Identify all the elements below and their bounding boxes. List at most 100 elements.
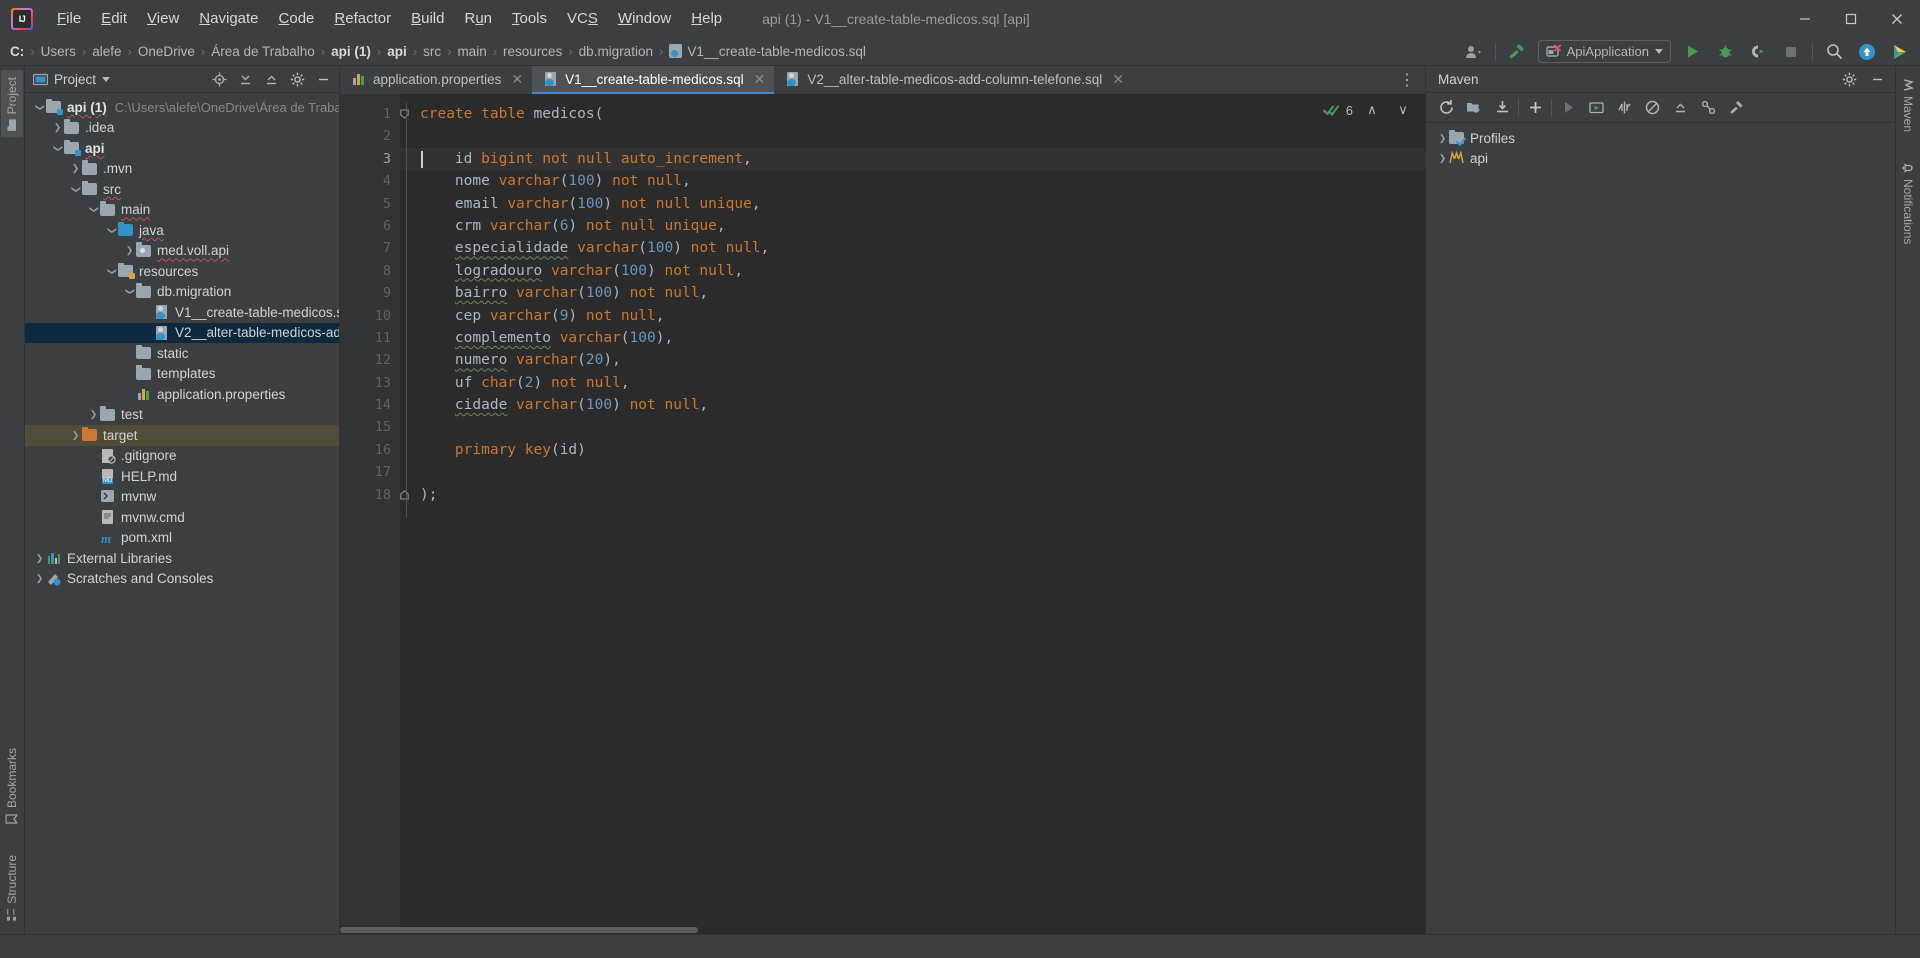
menu-item-tools[interactable]: Tools	[502, 7, 557, 30]
menu-item-run[interactable]: Run	[454, 7, 502, 30]
inspections-widget[interactable]: 6 ∧ ∨	[1322, 99, 1415, 121]
update-project-icon[interactable]	[1855, 41, 1879, 63]
search-everywhere-icon[interactable]	[1822, 41, 1846, 63]
close-icon[interactable]: ✕	[754, 71, 766, 88]
tree-node[interactable]: target	[25, 425, 339, 446]
code-line[interactable]: email varchar(100) not null unique,	[400, 193, 1425, 215]
hide-icon[interactable]	[1865, 69, 1889, 91]
tree-node[interactable]: .gitignore	[25, 446, 339, 467]
debug-icon[interactable]	[1713, 41, 1737, 63]
tree-node[interactable]: api (1) C:\Users\alefe\OneDrive\Área de T…	[25, 97, 339, 118]
sidebar-item-project[interactable]: Project	[1, 70, 23, 138]
breadcrumb-item[interactable]: Área de Trabalho	[211, 44, 315, 59]
tree-node[interactable]: .idea	[25, 118, 339, 139]
tree-node[interactable]: static	[25, 343, 339, 364]
code-content[interactable]: create table medicos( id bigint not null…	[400, 94, 1425, 934]
breadcrumb-item[interactable]: db.migration	[579, 44, 653, 59]
account-icon[interactable]	[1462, 41, 1486, 63]
settings-icon[interactable]	[285, 68, 309, 90]
code-line[interactable]: primary key(id)	[400, 439, 1425, 461]
code-line[interactable]: uf char(2) not null,	[400, 372, 1425, 394]
expand-all-icon[interactable]	[233, 68, 257, 90]
tree-node[interactable]: .mvn	[25, 159, 339, 180]
code-line[interactable]	[400, 125, 1425, 147]
collapse-all-icon[interactable]	[1668, 97, 1692, 119]
close-icon[interactable]: ✕	[1112, 71, 1124, 88]
breadcrumb-item[interactable]: resources	[503, 44, 562, 59]
previous-problem-icon[interactable]: ∧	[1360, 99, 1384, 121]
tree-node[interactable]: java	[25, 220, 339, 241]
breadcrumb-item[interactable]: api (1)	[331, 44, 371, 59]
chevron-right-icon[interactable]	[69, 163, 82, 174]
generate-sources-icon[interactable]	[1462, 97, 1486, 119]
minimize-button[interactable]	[1782, 0, 1828, 37]
breadcrumb-item[interactable]: V1__create-table-medicos.sql	[669, 44, 866, 59]
breadcrumb-item[interactable]: alefe	[92, 44, 121, 59]
editor-tab[interactable]: application.properties ✕	[340, 66, 532, 94]
run-icon[interactable]	[1680, 41, 1704, 63]
editor-tab[interactable]: V1__create-table-medicos.sql ✕	[532, 66, 775, 94]
chevron-right-icon[interactable]	[51, 122, 64, 133]
close-button[interactable]	[1874, 0, 1920, 37]
code-line[interactable]	[400, 461, 1425, 483]
breadcrumb-item[interactable]: C:	[10, 44, 24, 59]
code-line[interactable]: logradouro varchar(100) not null,	[400, 260, 1425, 282]
run-configuration-selector[interactable]: ApiApplication	[1537, 40, 1671, 63]
editor-horizontal-scrollbar[interactable]	[340, 925, 1425, 934]
code-line[interactable]: nome varchar(100) not null,	[400, 170, 1425, 192]
code-line[interactable]: numero varchar(20),	[400, 349, 1425, 371]
download-sources-icon[interactable]	[1490, 97, 1514, 119]
breadcrumb-item[interactable]: api	[387, 44, 407, 59]
execute-maven-goal-icon[interactable]	[1584, 97, 1608, 119]
menu-item-code[interactable]: Code	[269, 7, 325, 30]
menu-item-navigate[interactable]: Navigate	[189, 7, 268, 30]
editor-tabs-more-icon[interactable]: ⋮	[1389, 66, 1425, 94]
chevron-right-icon[interactable]	[69, 430, 82, 441]
close-icon[interactable]: ✕	[511, 71, 523, 88]
code-line[interactable]	[400, 416, 1425, 438]
tree-node[interactable]: main	[25, 200, 339, 221]
tree-node[interactable]: application.properties	[25, 384, 339, 405]
tree-node[interactable]: db.migration	[25, 282, 339, 303]
menu-item-vcs[interactable]: VCS	[557, 7, 608, 30]
chevron-right-icon[interactable]	[33, 553, 46, 564]
chevron-down-icon[interactable]	[102, 76, 111, 82]
menu-item-help[interactable]: Help	[681, 7, 732, 30]
chevron-right-icon[interactable]	[1436, 153, 1449, 164]
add-maven-project-icon[interactable]	[1523, 97, 1547, 119]
editor-body[interactable]: 1 2 3 4 5 6 7 8 9 10 11 12 13 14 15 16 17 18 create table…	[340, 94, 1425, 934]
hammer-build-icon[interactable]	[1505, 41, 1529, 63]
chevron-down-icon[interactable]	[87, 204, 100, 215]
select-opened-file-icon[interactable]	[207, 68, 231, 90]
project-tree[interactable]: api (1) C:\Users\alefe\OneDrive\Área de T…	[25, 93, 339, 934]
tree-node[interactable]: templates	[25, 364, 339, 385]
editor-tab[interactable]: V2__alter-table-medicos-add-column-telef…	[774, 66, 1133, 94]
maven-tree-node[interactable]: Profiles	[1426, 128, 1895, 149]
code-line[interactable]: cidade varchar(100) not null,	[400, 394, 1425, 416]
code-line[interactable]: bairro varchar(100) not null,	[400, 282, 1425, 304]
menu-item-window[interactable]: Window	[608, 7, 681, 30]
toggle-offline-mode-icon[interactable]	[1640, 97, 1664, 119]
tree-node[interactable]: api	[25, 138, 339, 159]
next-problem-icon[interactable]: ∨	[1391, 99, 1415, 121]
menu-item-file[interactable]: File	[47, 7, 91, 30]
tree-node[interactable]: resources	[25, 261, 339, 282]
sidebar-item-structure[interactable]: Structure	[1, 848, 23, 928]
menu-item-refactor[interactable]: Refactor	[324, 7, 401, 30]
chevron-down-icon[interactable]	[33, 102, 46, 113]
settings-icon[interactable]	[1837, 69, 1861, 91]
sidebar-item-bookmarks[interactable]: Bookmarks	[1, 741, 23, 832]
chevron-right-icon[interactable]	[1436, 133, 1449, 144]
maven-tree-node[interactable]: api	[1426, 149, 1895, 170]
menu-item-view[interactable]: View	[137, 7, 189, 30]
tree-node[interactable]: test	[25, 405, 339, 426]
run-with-coverage-icon[interactable]	[1746, 41, 1770, 63]
chevron-right-icon[interactable]	[87, 409, 100, 420]
toggle-skip-tests-icon[interactable]	[1612, 97, 1636, 119]
code-line[interactable]: complemento varchar(100),	[400, 327, 1425, 349]
code-line[interactable]: create table medicos(	[400, 103, 1425, 125]
chevron-right-icon[interactable]	[123, 245, 136, 256]
breadcrumb-item[interactable]: OneDrive	[138, 44, 195, 59]
tree-node[interactable]: med.voll.api	[25, 241, 339, 262]
code-line[interactable]: especialidade varchar(100) not null,	[400, 237, 1425, 259]
